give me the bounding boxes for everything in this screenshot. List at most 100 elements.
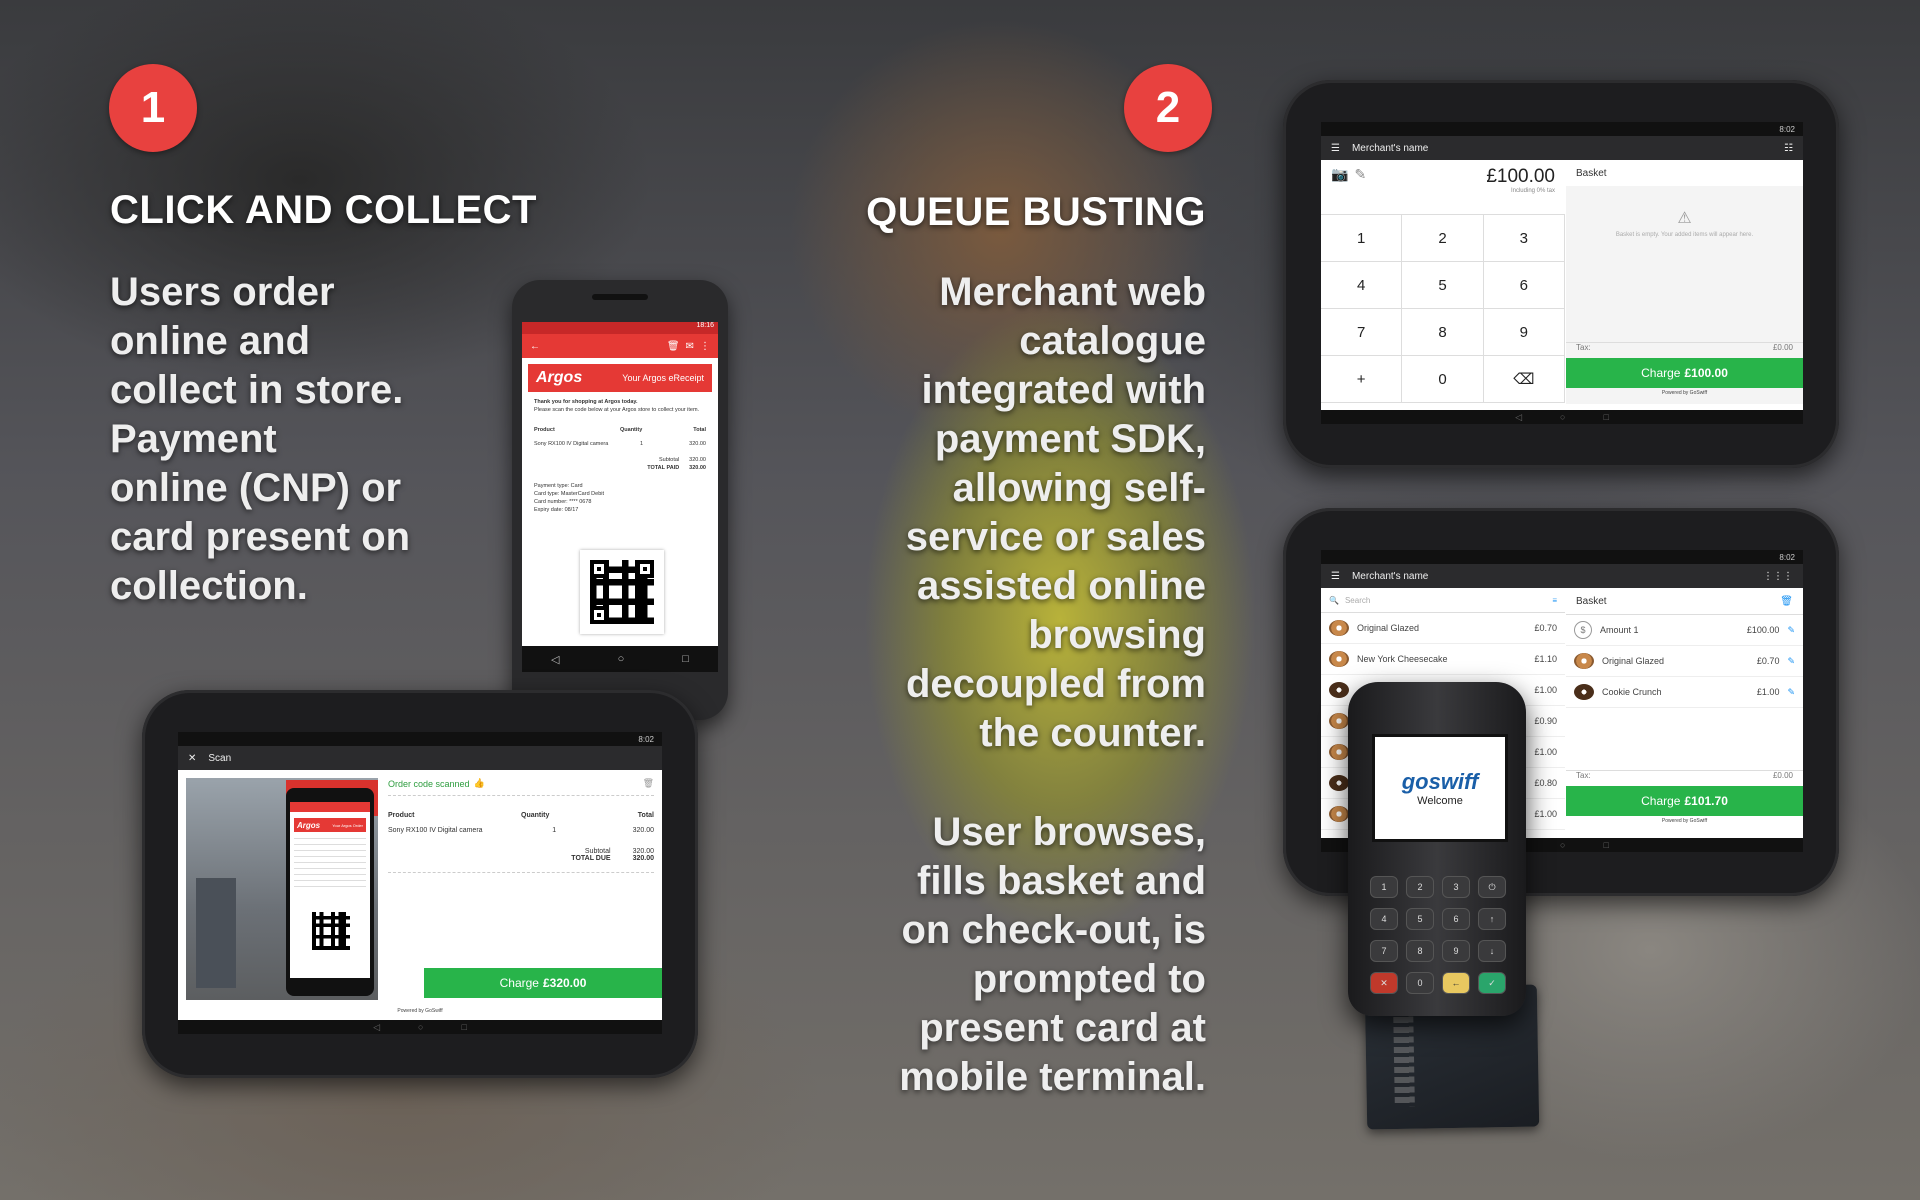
- mini-order-title: Your Argos Order: [332, 822, 363, 828]
- key-0[interactable]: 0: [1402, 356, 1484, 403]
- goswiff-logo: goswiff: [1401, 769, 1479, 794]
- subtotal-value: 320.00: [632, 848, 654, 855]
- charge-button[interactable]: Charge £100.00: [1566, 358, 1803, 388]
- terminal-key[interactable]: 4: [1370, 908, 1398, 930]
- more-icon[interactable]: ⋮: [700, 341, 710, 352]
- edit-icon[interactable]: ✎: [1354, 166, 1366, 183]
- back-arrow-icon[interactable]: ←: [530, 341, 540, 352]
- delete-icon[interactable]: 🗑: [643, 778, 654, 789]
- terminal-key[interactable]: ↑: [1478, 908, 1506, 930]
- back-icon[interactable]: ◁: [1515, 412, 1522, 423]
- delete-icon[interactable]: 🗑: [667, 341, 680, 352]
- menu-icon[interactable]: ☰: [1331, 143, 1340, 154]
- basket-panel: Basket 🗑 $ Amount 1 £100.00 ✎ Original Glaze…: [1566, 588, 1803, 768]
- home-icon[interactable]: ○: [618, 653, 625, 665]
- back-icon[interactable]: ◁: [551, 653, 559, 666]
- step-1-badge: 1: [109, 64, 197, 152]
- edit-icon[interactable]: ✎: [1787, 656, 1795, 667]
- charge-amount: £101.70: [1684, 794, 1728, 808]
- key-6[interactable]: 6: [1483, 262, 1565, 309]
- camera-viewfinder: Argos Your Argos Order: [186, 778, 378, 1000]
- phone-nav-bar: ◁ ○ □: [522, 646, 718, 672]
- terminal-display: goswiff Welcome: [1372, 734, 1508, 842]
- terminal-key[interactable]: ✕: [1370, 972, 1398, 994]
- header-total: Total: [637, 812, 654, 819]
- catalog-item[interactable]: Original Glazed £0.70: [1321, 613, 1565, 644]
- product-name: New York Cheesecake: [1357, 654, 1448, 664]
- key-2[interactable]: 2: [1402, 215, 1484, 262]
- key-4[interactable]: 4: [1321, 262, 1403, 309]
- edit-icon[interactable]: ✎: [1787, 625, 1795, 636]
- tax-value: £0.00: [1772, 343, 1793, 352]
- receipt-total-paid: TOTAL PAID 320.00: [534, 464, 706, 472]
- terminal-key[interactable]: ←: [1442, 972, 1470, 994]
- basket-list: $ Amount 1 £100.00 ✎ Original Glazed £0.70 ✎ Co…: [1566, 615, 1803, 708]
- order-table-header: Product Quantity Total: [388, 812, 654, 819]
- menu-icon[interactable]: ☰: [1331, 571, 1340, 582]
- key-9[interactable]: 9: [1483, 309, 1565, 356]
- key-3[interactable]: 3: [1483, 215, 1565, 262]
- filter-icon[interactable]: ≡: [1552, 596, 1557, 605]
- backspace-icon[interactable]: ⌫: [1483, 356, 1565, 403]
- basket-item: Original Glazed £0.70 ✎: [1566, 646, 1803, 677]
- tax-label: Tax:: [1576, 343, 1591, 352]
- grid-icon[interactable]: ⋮⋮⋮: [1763, 571, 1793, 582]
- terminal-key[interactable]: 8: [1406, 940, 1434, 962]
- charge-button[interactable]: Charge £320.00: [424, 968, 662, 998]
- back-icon[interactable]: ◁: [373, 1022, 380, 1033]
- thumbs-up-icon: 👍: [473, 778, 485, 788]
- payment-line: Card number: **** 0678: [534, 499, 592, 505]
- status-time: 8:02: [638, 734, 654, 744]
- phone-speaker: [592, 294, 648, 300]
- section-1-heading: CLICK AND COLLECT: [110, 188, 537, 232]
- terminal-key[interactable]: 9: [1442, 940, 1470, 962]
- terminal-key[interactable]: 6: [1442, 908, 1470, 930]
- terminal-key[interactable]: 0: [1406, 972, 1434, 994]
- due-value: 320.00: [632, 855, 654, 862]
- recents-icon[interactable]: □: [461, 1022, 466, 1032]
- recents-icon[interactable]: □: [682, 653, 689, 665]
- terminal-pinpad: 1 2 3 ⏻ 4 5 6 ↑ 7 8 9 ↓ ✕ 0 ← ✓: [1370, 876, 1506, 994]
- terminal-key[interactable]: 5: [1406, 908, 1434, 930]
- terminal-key[interactable]: 3: [1442, 876, 1470, 898]
- product-thumbnail: [1329, 806, 1349, 822]
- catalog-item[interactable]: New York Cheesecake £1.10: [1321, 644, 1565, 675]
- key-8[interactable]: 8: [1402, 309, 1484, 356]
- close-icon[interactable]: ✕: [188, 753, 196, 764]
- charge-label: Charge: [1641, 366, 1681, 380]
- key-7[interactable]: 7: [1321, 309, 1403, 356]
- pos-tablet-device: 8:02 ☰ Merchant's name ☷ 📷 ✎ £100.00 Inc…: [1283, 80, 1839, 468]
- key-5[interactable]: 5: [1402, 262, 1484, 309]
- home-icon[interactable]: ○: [418, 1022, 423, 1032]
- product-price: £1.00: [1534, 747, 1557, 757]
- description-line: collection.: [110, 564, 308, 608]
- key-1[interactable]: 1: [1321, 215, 1403, 262]
- home-icon[interactable]: ○: [1560, 412, 1565, 422]
- order-row: Sony RX100 IV Digital camera 1 320.00: [388, 827, 654, 834]
- search-bar[interactable]: 🔍 Search ≡: [1321, 588, 1565, 613]
- product-name: Original Glazed: [1357, 623, 1420, 633]
- charge-button[interactable]: Charge £101.70: [1566, 786, 1803, 816]
- camera-icon[interactable]: 📷: [1331, 166, 1348, 183]
- terminal-key[interactable]: 7: [1370, 940, 1398, 962]
- header-quantity: Quantity: [620, 427, 643, 433]
- edit-icon[interactable]: ✎: [1787, 687, 1795, 698]
- terminal-key[interactable]: ⏻: [1478, 876, 1506, 898]
- terminal-key[interactable]: 1: [1370, 876, 1398, 898]
- payment-details: Payment type: Card Card type: MasterCard…: [534, 482, 706, 514]
- terminal-key[interactable]: ↓: [1478, 940, 1506, 962]
- home-icon[interactable]: ○: [1560, 840, 1565, 850]
- scan-app-bar: ✕ Scan: [178, 746, 662, 770]
- product-price: £0.70: [1534, 623, 1557, 633]
- add-icon[interactable]: +: [1321, 356, 1403, 403]
- delete-icon[interactable]: 🗑: [1780, 596, 1793, 607]
- terminal-key[interactable]: ✓: [1478, 972, 1506, 994]
- description-line: Payment: [110, 417, 277, 461]
- search-input[interactable]: Search: [1345, 596, 1546, 605]
- phone-app-bar: ← 🗑 ✉ ⋮: [522, 334, 718, 358]
- recents-icon[interactable]: □: [1603, 412, 1608, 422]
- list-icon[interactable]: ☷: [1784, 143, 1793, 154]
- terminal-key[interactable]: 2: [1406, 876, 1434, 898]
- mail-icon[interactable]: ✉: [686, 341, 694, 352]
- recents-icon[interactable]: □: [1603, 840, 1608, 850]
